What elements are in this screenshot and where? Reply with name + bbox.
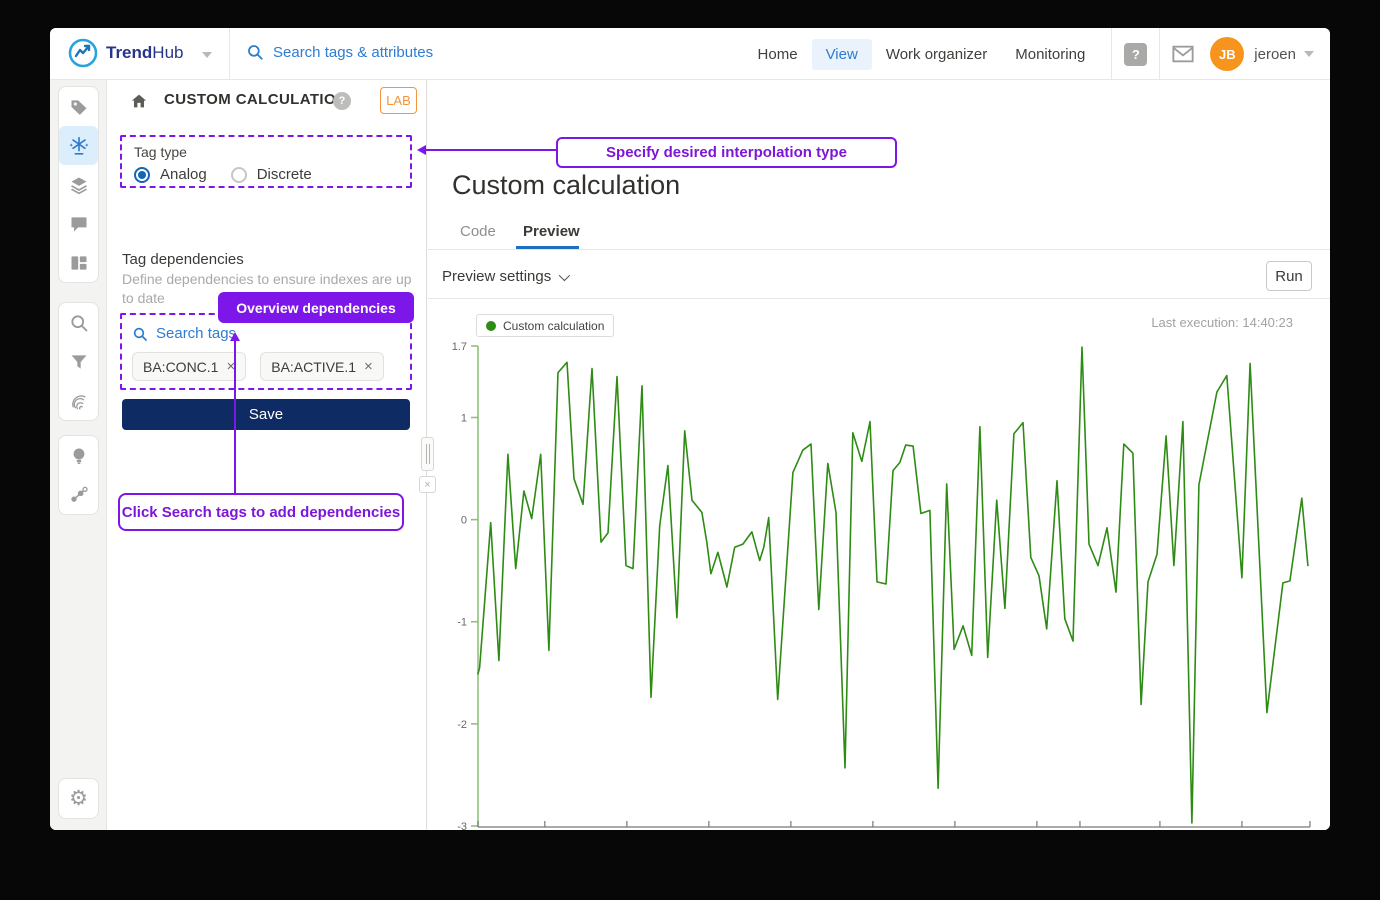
search-tags-annotation-box: Search tags BA:CONC.1 × BA:ACTIVE.1 × xyxy=(120,313,412,390)
rail-group-discovery xyxy=(58,302,99,421)
chevron-down-icon xyxy=(559,269,570,280)
annotation-arrow-up xyxy=(234,340,236,493)
tab-preview[interactable]: Preview xyxy=(523,223,580,240)
nav-divider xyxy=(1111,28,1112,80)
preview-chart: 1.710-1-2-3Fri, 1921 JanTue, 23Thu, 25Sa… xyxy=(430,306,1330,830)
fingerprint-icon[interactable] xyxy=(59,381,98,420)
lab-badge: LAB xyxy=(380,87,417,114)
panel-resize-handle[interactable] xyxy=(421,437,434,471)
lightbulb-icon[interactable] xyxy=(59,436,98,475)
panel-header: CUSTOM CALCULATION ? LAB xyxy=(107,80,426,122)
nav-divider xyxy=(1159,28,1160,80)
trendhub-logo-icon xyxy=(68,38,98,68)
save-button[interactable]: Save xyxy=(122,399,410,430)
chip-ba-active-1[interactable]: BA:ACTIVE.1 × xyxy=(260,352,384,381)
radio-analog[interactable] xyxy=(134,167,150,183)
dashboard-icon[interactable] xyxy=(59,243,98,282)
active-tab-underline xyxy=(516,246,579,249)
tag-type-label: Tag type xyxy=(134,144,398,160)
svg-text:1: 1 xyxy=(461,412,467,424)
radio-discrete[interactable] xyxy=(231,167,247,183)
annotation-arrow-left xyxy=(426,149,556,151)
graph-icon[interactable] xyxy=(59,475,98,514)
chip-remove-icon[interactable]: × xyxy=(364,358,373,375)
callout-overview-dependencies: Overview dependencies xyxy=(218,292,414,323)
nav-item-home[interactable]: Home xyxy=(744,39,812,70)
search-tags-link[interactable]: Search tags xyxy=(132,325,400,342)
preview-settings-label: Preview settings xyxy=(442,268,551,285)
avatar[interactable]: JB xyxy=(1210,37,1244,71)
user-menu-caret-icon[interactable] xyxy=(1304,51,1314,57)
icon-rail: ⚙ xyxy=(50,80,107,830)
svg-text:0: 0 xyxy=(461,515,467,527)
tab-code[interactable]: Code xyxy=(460,223,496,240)
search-icon xyxy=(132,326,148,342)
chip-label: BA:CONC.1 xyxy=(143,359,218,375)
user-name[interactable]: jeroen xyxy=(1254,46,1296,63)
nav-links: Home View Work organizer Monitoring ? JB… xyxy=(744,28,1330,80)
svg-text:-1: -1 xyxy=(457,617,467,629)
run-button[interactable]: Run xyxy=(1266,261,1312,291)
nav-divider xyxy=(229,28,230,80)
radio-analog-label[interactable]: Analog xyxy=(160,166,207,183)
panel-help-icon[interactable]: ? xyxy=(333,92,351,110)
custom-calculation-icon[interactable] xyxy=(59,126,98,165)
callout-interpolation-type: Specify desired interpolation type xyxy=(556,137,897,168)
global-search-label: Search tags & attributes xyxy=(273,44,433,61)
chip-ba-conc-1[interactable]: BA:CONC.1 × xyxy=(132,352,246,381)
trendhub-logo[interactable]: TrendHub xyxy=(68,38,183,68)
search-icon[interactable] xyxy=(59,303,98,342)
dependency-chips: BA:CONC.1 × BA:ACTIVE.1 × xyxy=(132,352,400,381)
home-icon[interactable] xyxy=(122,84,155,117)
chip-label: BA:ACTIVE.1 xyxy=(271,359,356,375)
panel-close-icon[interactable]: × xyxy=(419,476,436,493)
svg-text:1.7: 1.7 xyxy=(452,341,467,353)
rail-group-insights xyxy=(58,435,99,515)
comment-icon[interactable] xyxy=(59,204,98,243)
tabs-divider xyxy=(428,249,1330,250)
mail-icon[interactable] xyxy=(1172,45,1194,63)
toolbar-divider xyxy=(428,298,1330,299)
rail-group-settings: ⚙ xyxy=(58,778,99,819)
preview-settings-dropdown[interactable]: Preview settings xyxy=(442,268,567,285)
global-search[interactable]: Search tags & attributes xyxy=(246,43,433,61)
app-window: TrendHub Search tags & attributes Home V… xyxy=(50,28,1330,830)
gear-icon[interactable]: ⚙ xyxy=(59,779,98,818)
filter-icon[interactable] xyxy=(59,342,98,381)
page-title: Custom calculation xyxy=(452,170,680,201)
nav-item-work-organizer[interactable]: Work organizer xyxy=(872,39,1001,70)
rail-group-trends xyxy=(58,86,99,283)
tag-dependencies-heading: Tag dependencies xyxy=(122,251,244,268)
panel-title: CUSTOM CALCULATION xyxy=(164,91,347,108)
callout-click-search-tags: Click Search tags to add dependencies xyxy=(118,493,404,531)
tag-icon[interactable] xyxy=(59,87,98,126)
brand-name: TrendHub xyxy=(106,43,183,63)
search-icon xyxy=(246,43,264,61)
svg-text:-3: -3 xyxy=(457,821,467,830)
tag-type-annotation-box: Tag type Analog Discrete xyxy=(120,135,412,188)
nav-item-view[interactable]: View xyxy=(812,39,872,70)
help-icon[interactable]: ? xyxy=(1124,43,1147,66)
tag-type-options: Analog Discrete xyxy=(134,166,398,183)
layers-icon[interactable] xyxy=(59,165,98,204)
radio-discrete-label[interactable]: Discrete xyxy=(257,166,312,183)
main-content: Custom calculation Code Preview Preview … xyxy=(428,80,1330,830)
brand-caret-icon[interactable] xyxy=(202,52,212,58)
custom-calculation-panel: CUSTOM CALCULATION ? LAB Tag type Analog… xyxy=(107,80,427,830)
search-tags-label: Search tags xyxy=(156,325,236,342)
nav-item-monitoring[interactable]: Monitoring xyxy=(1001,39,1099,70)
svg-text:-2: -2 xyxy=(457,719,467,731)
top-navbar: TrendHub Search tags & attributes Home V… xyxy=(50,28,1330,80)
